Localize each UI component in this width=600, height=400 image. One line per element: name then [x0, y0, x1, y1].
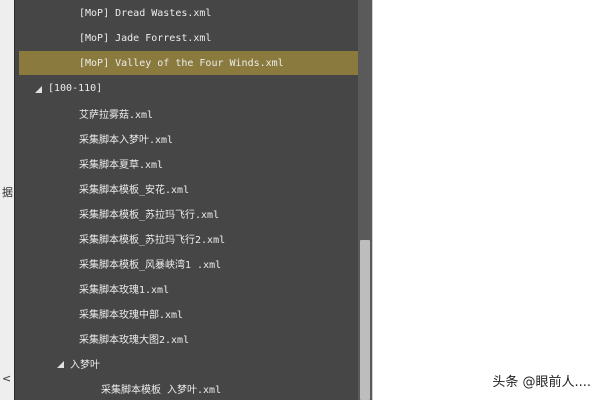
tree-item-label: 采集脚本入梦叶.xml: [79, 134, 174, 146]
tree-file-item[interactable]: 采集脚本玫瑰大图2.xml: [19, 326, 372, 350]
tree-item-label: [MoP] Jade Forrest.xml: [79, 32, 212, 44]
tree-item-label: 采集脚本模板_苏拉玛飞行.xml: [79, 209, 220, 221]
content-area: 头条 @眼前人....: [372, 0, 600, 400]
tree-item-label: [100-110]: [48, 82, 103, 94]
tree-file-item[interactable]: 采集脚本入梦叶.xml: [19, 126, 372, 150]
tree-folder[interactable]: 入梦叶: [19, 351, 372, 375]
expand-arrow-icon[interactable]: [57, 360, 64, 368]
tree-file-item[interactable]: 采集脚本模板_安花.xml: [19, 176, 372, 200]
tree-file-item[interactable]: 采集脚本玫瑰中部.xml: [19, 301, 372, 325]
scrollbar-thumb[interactable]: [360, 240, 370, 400]
tree-item-label: 采集脚本模板 入梦叶.xml: [101, 384, 222, 396]
tree-item-label: [MoP] Valley of the Four Winds.xml: [79, 57, 284, 69]
tree-file-item[interactable]: [MoP] Dread Wastes.xml: [19, 1, 372, 25]
tree-item-label: 采集脚本模板_风暴峡湾1 .xml: [79, 259, 222, 271]
tree-item-label: 入梦叶: [70, 359, 100, 371]
file-tree: [MoP] Dread Wastes.xml [MoP] Jade Forrest…: [15, 0, 372, 400]
tree-item-label: 采集脚本夏草.xml: [79, 159, 164, 171]
tree-file-item[interactable]: 采集脚本模板 入梦叶.xml: [19, 376, 372, 400]
watermark: 头条 @眼前人....: [492, 375, 591, 390]
tree-file-item[interactable]: [MoP] Valley of the Four Winds.xml: [19, 51, 372, 75]
tree-item-label: 采集脚本模板_苏拉玛飞行2.xml: [79, 234, 226, 246]
tree-item-label: 采集脚本模板_安花.xml: [79, 184, 190, 196]
tree-file-item[interactable]: 采集脚本夏草.xml: [19, 151, 372, 175]
tree-item-label: 采集脚本玫瑰1.xml: [79, 284, 170, 296]
tree-scrollbar[interactable]: [358, 0, 372, 400]
tree-file-item[interactable]: 采集脚本模板_风暴峡湾1 .xml: [19, 251, 372, 275]
tree-file-item[interactable]: 艾萨拉雾菇.xml: [19, 101, 372, 125]
tree-file-item[interactable]: 采集脚本模板_苏拉玛飞行2.xml: [19, 226, 372, 250]
tree-item-label: [MoP] Dread Wastes.xml: [79, 7, 212, 19]
tree-item-label: 采集脚本玫瑰中部.xml: [79, 309, 184, 321]
tree-file-item[interactable]: 采集脚本玫瑰1.xml: [19, 276, 372, 300]
file-tree-panel: [MoP] Dread Wastes.xml [MoP] Jade Forrest…: [14, 0, 372, 400]
tree-item-label: 采集脚本玫瑰大图2.xml: [79, 334, 190, 346]
tree-item-label: 艾萨拉雾菇.xml: [79, 109, 154, 121]
tree-file-item[interactable]: [MoP] Jade Forrest.xml: [19, 26, 372, 50]
tree-file-item[interactable]: 采集脚本模板_苏拉玛飞行.xml: [19, 201, 372, 225]
left-strip-arrow[interactable]: <: [2, 372, 12, 385]
left-strip-char: 据: [2, 186, 13, 199]
left-window-strip: 据 <: [0, 0, 14, 400]
expand-arrow-icon[interactable]: [35, 85, 42, 93]
tree-folder[interactable]: [100-110]: [19, 76, 372, 100]
